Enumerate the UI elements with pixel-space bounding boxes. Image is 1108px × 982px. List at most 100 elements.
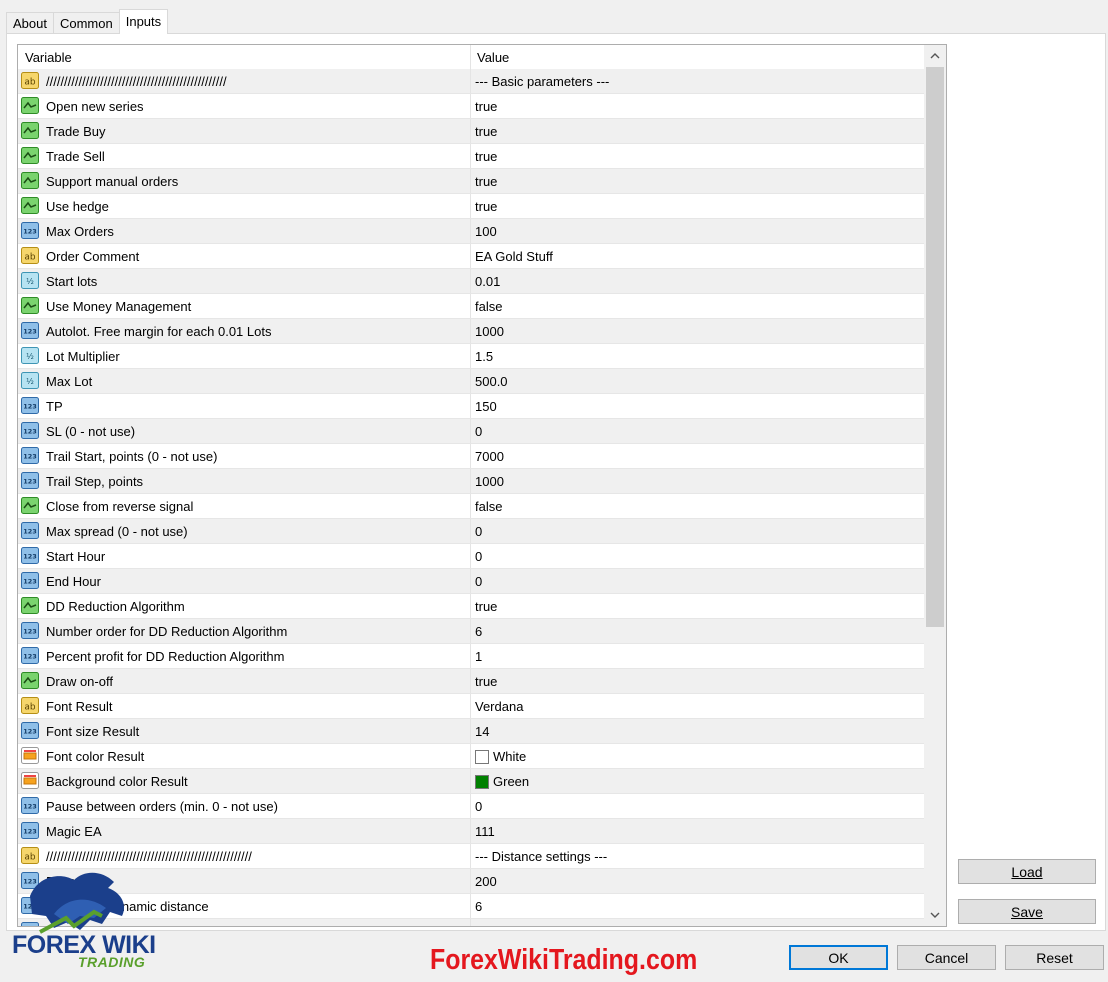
- row-value[interactable]: true: [475, 99, 497, 114]
- table-row[interactable]: 123 SL (0 - not use) 0: [18, 419, 924, 444]
- table-row[interactable]: ab Font Result Verdana: [18, 694, 924, 719]
- row-value[interactable]: false: [475, 299, 502, 314]
- scroll-up-arrow-icon[interactable]: [924, 45, 946, 67]
- row-value[interactable]: 0: [475, 799, 482, 814]
- integer-type-icon: 123: [21, 422, 39, 439]
- row-value[interactable]: 1: [475, 649, 482, 664]
- integer-type-icon: 123: [21, 222, 39, 239]
- table-row[interactable]: Background color Result Green: [18, 769, 924, 794]
- row-value[interactable]: 7000: [475, 449, 504, 464]
- row-value[interactable]: 6: [475, 899, 482, 914]
- table-row[interactable]: 123 Autolot. Free margin for each 0.01 Lo…: [18, 319, 924, 344]
- svg-text:½: ½: [26, 352, 34, 361]
- integer-type-icon: 123: [21, 322, 39, 339]
- svg-text:123: 123: [23, 403, 37, 411]
- row-variable: Percent profit for DD Reduction Algorith…: [46, 649, 285, 664]
- table-row[interactable]: 123 TP 150: [18, 394, 924, 419]
- boolean-type-icon: [21, 122, 39, 139]
- row-value[interactable]: true: [475, 174, 497, 189]
- header-variable[interactable]: Variable: [25, 50, 72, 65]
- load-button[interactable]: Load: [958, 859, 1096, 884]
- svg-text:123: 123: [23, 553, 37, 561]
- table-row[interactable]: ½ Max Lot 500.0: [18, 369, 924, 394]
- table-row[interactable]: 123 Max Orders 100: [18, 219, 924, 244]
- scroll-down-arrow-icon[interactable]: [924, 904, 946, 926]
- table-row[interactable]: Trade Buy true: [18, 119, 924, 144]
- cancel-button[interactable]: Cancel: [897, 945, 996, 970]
- header-value[interactable]: Value: [477, 50, 509, 65]
- row-value[interactable]: true: [475, 124, 497, 139]
- svg-text:123: 123: [23, 803, 37, 811]
- svg-text:123: 123: [23, 478, 37, 486]
- tab-common[interactable]: Common: [52, 12, 120, 34]
- row-value[interactable]: 100: [475, 224, 497, 239]
- row-value[interactable]: 14: [475, 724, 489, 739]
- row-value[interactable]: --- Distance settings ---: [475, 849, 607, 864]
- table-row[interactable]: 123 Magic EA 111: [18, 819, 924, 844]
- table-row[interactable]: 123 Trail Start, points (0 - not use) 7000: [18, 444, 924, 469]
- table-row[interactable]: 123 Trail Step, points 1000: [18, 469, 924, 494]
- row-value[interactable]: 1.5: [475, 349, 493, 364]
- row-value[interactable]: EA Gold Stuff: [475, 249, 553, 264]
- row-variable: Font Result: [46, 699, 113, 714]
- row-value[interactable]: 0: [475, 524, 482, 539]
- row-value[interactable]: Green: [475, 774, 529, 789]
- row-value[interactable]: 1000: [475, 324, 504, 339]
- table-row[interactable]: 123 Percent profit for DD Reduction Algor…: [18, 644, 924, 669]
- row-value[interactable]: true: [475, 149, 497, 164]
- table-row[interactable]: Draw on-off true: [18, 669, 924, 694]
- row-value[interactable]: 500.0: [475, 374, 508, 389]
- table-row[interactable]: Use Money Management false: [18, 294, 924, 319]
- row-value[interactable]: 111: [475, 824, 495, 839]
- table-row[interactable]: Font color Result White: [18, 744, 924, 769]
- row-value[interactable]: 0.01: [475, 274, 500, 289]
- table-row[interactable]: 123 End Hour 0: [18, 569, 924, 594]
- row-value[interactable]: 6: [475, 624, 482, 639]
- tab-inputs[interactable]: Inputs: [118, 9, 169, 34]
- integer-type-icon: 123: [21, 722, 39, 739]
- table-row[interactable]: 123 Font size Result 14: [18, 719, 924, 744]
- ok-button[interactable]: OK: [789, 945, 888, 970]
- table-row[interactable]: ½ Start lots 0.01: [18, 269, 924, 294]
- scrollbar-thumb[interactable]: [926, 67, 944, 627]
- row-value[interactable]: true: [475, 199, 497, 214]
- row-value-text: White: [493, 749, 527, 764]
- row-value[interactable]: White: [475, 749, 526, 764]
- table-row[interactable]: Close from reverse signal false: [18, 494, 924, 519]
- row-value[interactable]: false: [475, 499, 502, 514]
- table-row[interactable]: 123 Number order for DD Reduction Algorit…: [18, 619, 924, 644]
- reset-button[interactable]: Reset: [1005, 945, 1104, 970]
- save-button[interactable]: Save: [958, 899, 1096, 924]
- table-row[interactable]: 123 Pause between orders (min. 0 - not us…: [18, 794, 924, 819]
- row-variable: End Hour: [46, 574, 101, 589]
- table-row[interactable]: 123 Max spread (0 - not use) 0: [18, 519, 924, 544]
- svg-text:½: ½: [26, 377, 34, 386]
- row-value[interactable]: 200: [475, 874, 497, 889]
- tab-about[interactable]: About: [6, 12, 54, 34]
- row-value[interactable]: 0: [475, 574, 482, 589]
- table-row[interactable]: ½ Lot Multiplier 1.5: [18, 344, 924, 369]
- table-row[interactable]: ab Order Comment EA Gold Stuff: [18, 244, 924, 269]
- svg-text:ab: ab: [24, 78, 36, 88]
- row-value[interactable]: Verdana: [475, 699, 523, 714]
- vertical-scrollbar[interactable]: [924, 45, 946, 926]
- table-row[interactable]: ab //////////////////////////////////////…: [18, 69, 924, 94]
- row-variable: Number order for DD Reduction Algorithm: [46, 624, 288, 639]
- row-value[interactable]: --- Basic parameters ---: [475, 74, 609, 89]
- integer-type-icon: 123: [21, 647, 39, 664]
- row-value[interactable]: 150: [475, 399, 497, 414]
- row-value[interactable]: 0: [475, 549, 482, 564]
- table-row[interactable]: Use hedge true: [18, 194, 924, 219]
- grid-header: Variable Value: [18, 45, 924, 69]
- table-row[interactable]: 123 Start Hour 0: [18, 544, 924, 569]
- row-value[interactable]: 1000: [475, 474, 504, 489]
- double-type-icon: ½: [21, 372, 39, 389]
- row-value[interactable]: true: [475, 599, 497, 614]
- svg-text:123: 123: [23, 728, 37, 736]
- table-row[interactable]: Trade Sell true: [18, 144, 924, 169]
- table-row[interactable]: DD Reduction Algorithm true: [18, 594, 924, 619]
- table-row[interactable]: Open new series true: [18, 94, 924, 119]
- row-value[interactable]: true: [475, 674, 497, 689]
- row-value[interactable]: 0: [475, 424, 482, 439]
- table-row[interactable]: Support manual orders true: [18, 169, 924, 194]
